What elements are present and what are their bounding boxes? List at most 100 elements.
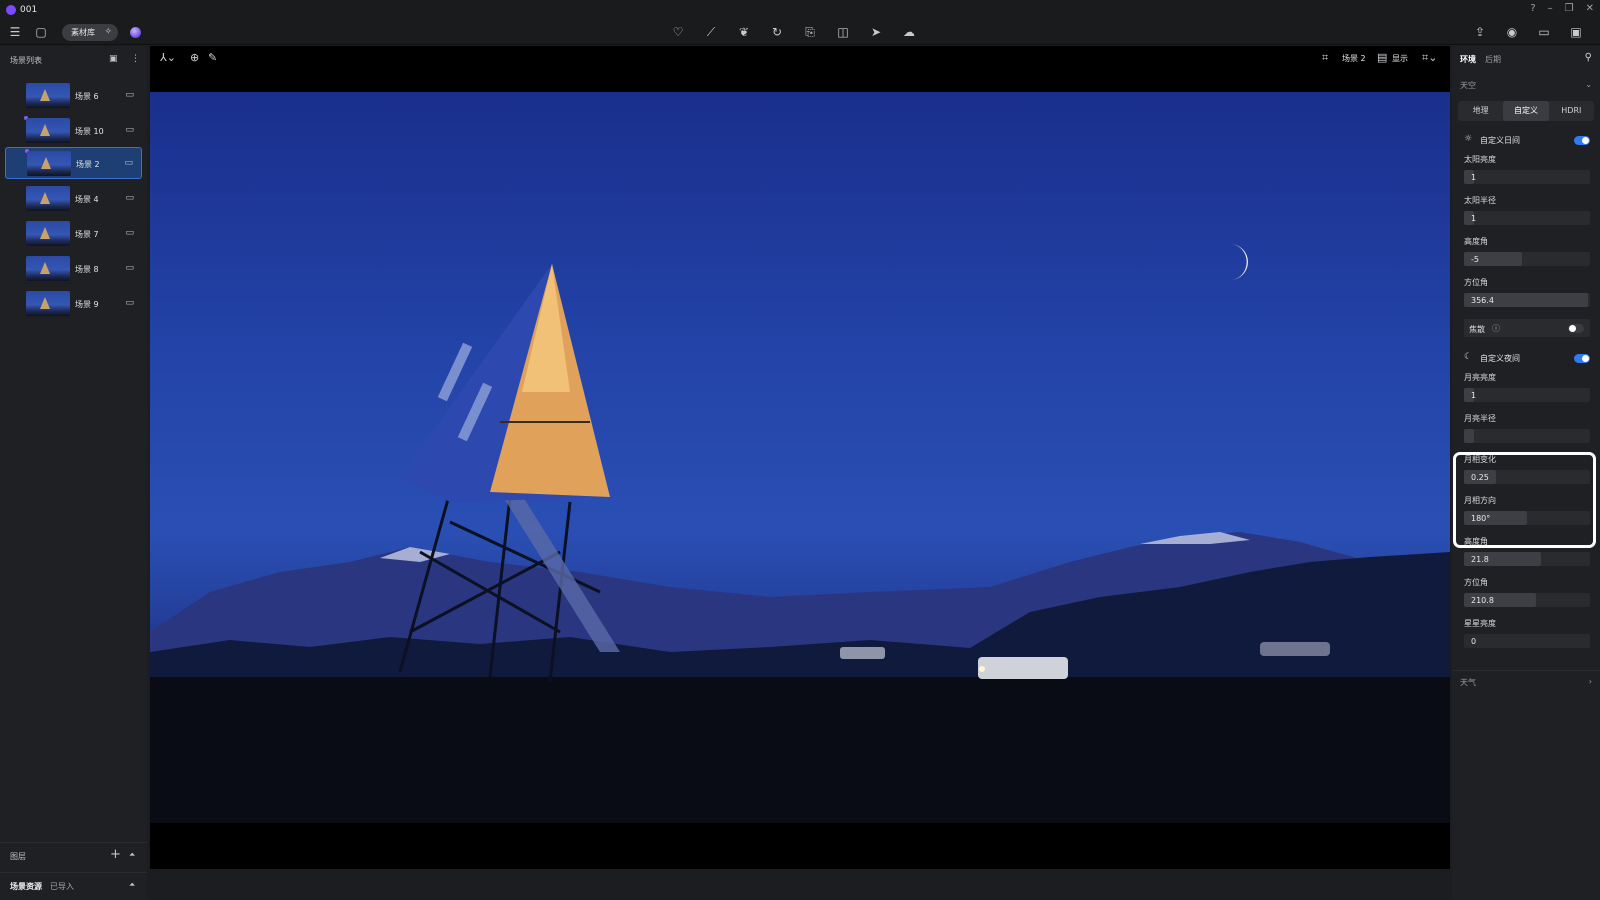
rotate-icon[interactable]: ↻	[769, 24, 785, 40]
camera-icon[interactable]: ▭	[125, 125, 134, 135]
scene-label: 场景 6	[75, 92, 99, 101]
camera-icon[interactable]: ▭	[124, 158, 133, 168]
scene-item[interactable]: 场景 6 ▭	[5, 80, 142, 112]
camera-icon[interactable]: ▭	[125, 228, 134, 238]
day-group-title: 自定义日间	[1480, 136, 1520, 145]
display-button[interactable]: 显示	[1392, 53, 1408, 64]
field-value: 21.8	[1471, 555, 1489, 564]
library-label: 素材库	[71, 28, 95, 37]
sun-azimuth-field[interactable]: 356.4	[1464, 293, 1590, 307]
help-icon[interactable]: ?	[1530, 3, 1535, 14]
layout-icon[interactable]: ▣	[1568, 24, 1584, 40]
title-bar: 001 ? – ❐ ✕	[0, 0, 1600, 20]
scene-item[interactable]: 场景 7 ▭	[5, 218, 142, 250]
select-icon[interactable]: ➤	[868, 24, 884, 40]
pin-icon[interactable]: ⚲	[1585, 52, 1592, 63]
camera-icon[interactable]: ▭	[125, 263, 134, 273]
help-icon[interactable]: ⓘ	[1492, 323, 1500, 334]
camera-icon[interactable]: ▭	[125, 193, 134, 203]
caustics-toggle[interactable]	[1568, 324, 1584, 333]
chevron-down-icon[interactable]: ⌄	[1585, 80, 1592, 89]
sky-section-title[interactable]: 天空	[1460, 80, 1476, 91]
picker-icon[interactable]: ✎	[208, 51, 217, 64]
viewport[interactable]: ⅄⌄ ⊕ ✎ ⌗ 场景 2 ▤ 显示 ⌗⌄	[150, 46, 1450, 869]
scene-item[interactable]: 场景 9 ▭	[5, 288, 142, 320]
scene-label: 场景 7	[75, 230, 99, 239]
sparkle-icon: ✧	[104, 27, 112, 37]
scene-thumbnail	[26, 256, 70, 281]
minimize-icon[interactable]: –	[1548, 3, 1553, 14]
bulb-icon[interactable]: ♡	[670, 24, 686, 40]
field-value: 1	[1471, 173, 1477, 182]
highlight-frame	[1453, 452, 1596, 548]
path-icon[interactable]: ⟋	[703, 24, 719, 40]
render-canvas[interactable]	[150, 92, 1450, 823]
more-icon[interactable]: ⋮	[131, 54, 140, 64]
scene-list-panel: 场景列表 ▣ ⋮ 场景 6 ▭ 场景 10 ▭ 场景 2 ▭ 场景 4 ▭ 场景…	[0, 46, 147, 900]
moon-brightness-field[interactable]: 1	[1464, 388, 1590, 402]
leaf-icon[interactable]: ❦	[736, 24, 752, 40]
focus-icon[interactable]: ⌗	[1322, 51, 1328, 65]
night-group-title: 自定义夜间	[1480, 354, 1520, 363]
moon-radius-field[interactable]	[1464, 429, 1590, 443]
import-icon[interactable]: ⎘	[802, 24, 818, 40]
moon-elevation-field[interactable]: 21.8	[1464, 552, 1590, 566]
scene-thumbnail	[26, 291, 70, 316]
scene-item[interactable]: 场景 8 ▭	[5, 253, 142, 285]
close-icon[interactable]: ✕	[1586, 3, 1594, 14]
night-toggle[interactable]	[1574, 354, 1590, 363]
menu-icon[interactable]: ☰	[7, 24, 23, 40]
tab-environment[interactable]: 环境	[1460, 54, 1476, 65]
star-brightness-field[interactable]: 0	[1464, 634, 1590, 648]
param-label: 太阳半径	[1464, 196, 1496, 205]
scene-thumbnail	[27, 151, 71, 176]
share-icon[interactable]: ⇪	[1472, 24, 1488, 40]
collapse-icon[interactable]: ⏶	[129, 880, 135, 890]
sky-mode-geo[interactable]: 地理	[1458, 101, 1503, 121]
file-icon[interactable]: ▢	[33, 24, 49, 40]
moon-azimuth-field[interactable]: 210.8	[1464, 593, 1590, 607]
sun-brightness-field[interactable]: 1	[1464, 170, 1590, 184]
add-scene-icon[interactable]: ▣	[109, 54, 118, 64]
view-options-icon[interactable]: ⌗⌄	[1422, 51, 1437, 65]
tab-imported[interactable]: 已导入	[50, 881, 74, 892]
clip-icon[interactable]: ◫	[835, 24, 851, 40]
tab-post[interactable]: 后期	[1485, 54, 1501, 65]
globe-icon[interactable]: ⊕	[190, 51, 199, 64]
sky-mode-hdri[interactable]: HDRI	[1549, 101, 1594, 121]
transform-icon[interactable]: ⅄⌄	[160, 51, 176, 64]
sun-elevation-field[interactable]: -5	[1464, 252, 1590, 266]
scene-item[interactable]: 场景 10 ▭	[5, 115, 142, 147]
chevron-right-icon[interactable]: ›	[1589, 677, 1592, 686]
camera-icon[interactable]: ▭	[125, 298, 134, 308]
cloud-icon[interactable]: ☁	[901, 24, 917, 40]
add-layer-icon[interactable]: +	[110, 847, 121, 862]
display-icon[interactable]: ▤	[1377, 51, 1387, 64]
night-scene-illustration	[150, 244, 1450, 823]
sky-mode-custom[interactable]: 自定义	[1503, 101, 1549, 121]
scene-item[interactable]: 场景 4 ▭	[5, 183, 142, 215]
field-value: 210.8	[1471, 596, 1494, 605]
viewport-scene-name[interactable]: 场景 2	[1342, 53, 1366, 64]
day-toggle[interactable]	[1574, 136, 1590, 145]
param-label: 高度角	[1464, 237, 1488, 246]
scene-thumbnail	[26, 186, 70, 211]
video-icon[interactable]: ▭	[1536, 24, 1552, 40]
scene-thumbnail	[26, 118, 70, 143]
camera-icon[interactable]: ▭	[125, 90, 134, 100]
weather-section[interactable]: 天气 ›	[1452, 670, 1600, 696]
param-label: 方位角	[1464, 278, 1488, 287]
camera-icon[interactable]: ◉	[1504, 24, 1520, 40]
scene-item-active[interactable]: 场景 2 ▭	[5, 147, 142, 179]
field-value: 0	[1471, 637, 1477, 646]
sun-radius-field[interactable]: 1	[1464, 211, 1590, 225]
maximize-icon[interactable]: ❐	[1565, 3, 1574, 14]
viewport-bottom-bar	[150, 823, 1450, 869]
tab-scene-assets[interactable]: 场景资源	[10, 881, 42, 892]
field-value: -5	[1471, 255, 1479, 264]
param-label: 方位角	[1464, 578, 1488, 587]
library-button[interactable]: 素材库 ✧	[62, 24, 118, 41]
scene-thumbnail	[26, 221, 70, 246]
collapse-icon[interactable]: ⏶	[129, 850, 135, 860]
ai-assistant-icon[interactable]	[130, 27, 141, 38]
